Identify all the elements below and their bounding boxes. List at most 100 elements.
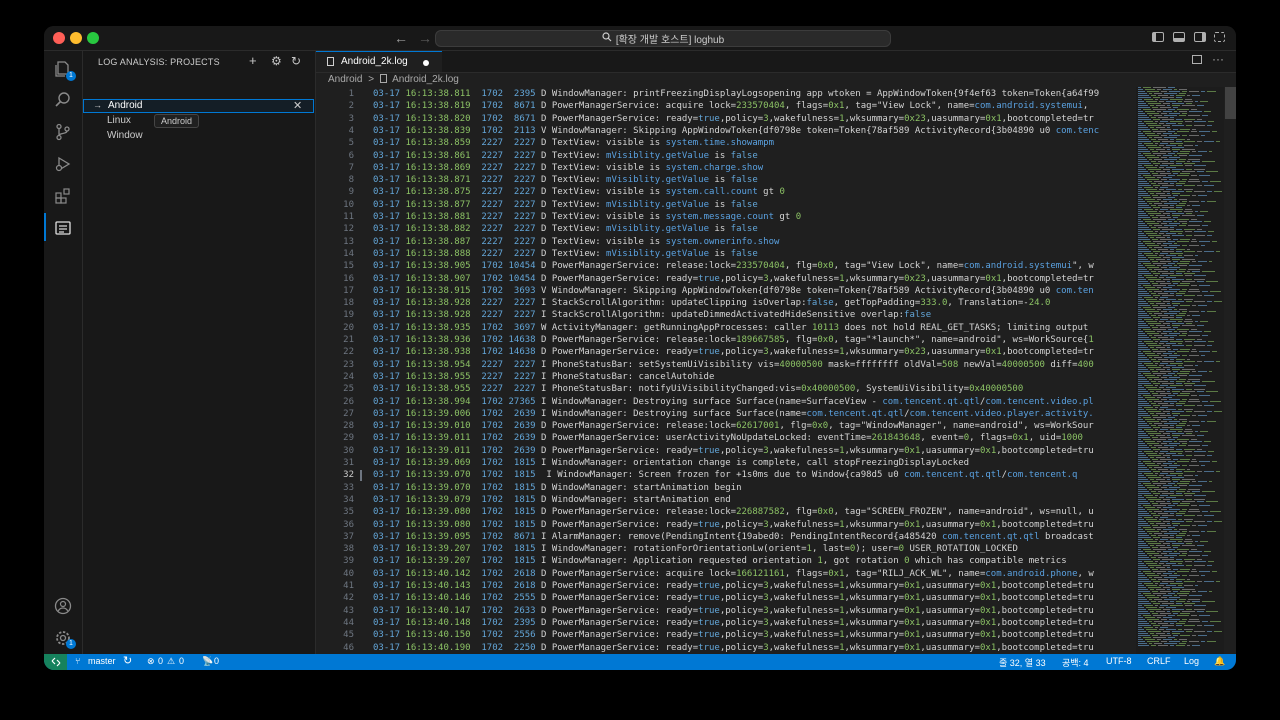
log-line[interactable]: 03-17 16:13:38.938 1702 14638 D PowerMan…: [373, 347, 1094, 357]
log-line[interactable]: 03-17 16:13:38.955 2227 2227 I PhoneStat…: [373, 372, 714, 382]
log-line[interactable]: 03-17 16:13:39.207 1702 1815 I WindowMan…: [373, 544, 1018, 554]
settings-gear-icon[interactable]: 1: [52, 627, 76, 649]
log-line[interactable]: 03-17 16:13:39.070 1702 1815 I WindowMan…: [373, 470, 1077, 480]
search-icon[interactable]: [52, 89, 74, 111]
log-line[interactable]: 03-17 16:13:40.190 1702 2250 D PowerMana…: [373, 643, 1094, 653]
log-line[interactable]: 03-17 16:13:40.143 1702 2618 D PowerMana…: [373, 581, 1094, 591]
explorer-icon[interactable]: 1: [52, 58, 76, 81]
tree-item-window[interactable]: Window: [107, 130, 143, 141]
sync-icon[interactable]: ↻: [123, 654, 132, 667]
log-line[interactable]: 03-17 16:13:39.070 1702 1815 D WindowMan…: [373, 483, 742, 493]
back-arrow-icon[interactable]: ←: [394, 30, 408, 46]
log-line[interactable]: 03-17 16:13:38.928 2227 2227 I StackScro…: [373, 310, 931, 320]
log-line[interactable]: 03-17 16:13:38.820 1702 8671 D PowerMana…: [373, 114, 1094, 124]
log-line[interactable]: 03-17 16:13:39.207 1702 1815 I WindowMan…: [373, 556, 1067, 566]
tree-item-label: Android: [108, 100, 143, 111]
log-line[interactable]: 03-17 16:13:38.819 1702 8671 D PowerMana…: [373, 101, 1088, 111]
encoding[interactable]: UTF-8: [1106, 656, 1132, 666]
toggle-secondary-sidebar-icon[interactable]: [1194, 32, 1206, 42]
editor-content[interactable]: 1 03-17 16:13:38.811 1702 2395 D WindowMa…: [316, 87, 1136, 654]
unsaved-dot-icon[interactable]: [423, 60, 429, 66]
log-line[interactable]: 03-17 16:13:38.928 2227 2227 I StackScro…: [373, 298, 1050, 308]
more-actions-icon[interactable]: ···: [1212, 52, 1224, 66]
remote-indicator-icon[interactable]: [44, 654, 67, 670]
log-line[interactable]: 03-17 16:13:39.095 1702 8671 I AlarmMana…: [373, 532, 1094, 542]
toggle-primary-sidebar-icon[interactable]: [1152, 32, 1164, 42]
log-line[interactable]: 03-17 16:13:38.887 2227 2227 D TextView:…: [373, 237, 779, 247]
breadcrumb: Android > Android_2k.log: [328, 74, 462, 85]
end-of-line[interactable]: CRLF: [1147, 656, 1171, 666]
log-date: 03-17: [373, 322, 406, 333]
maximize-window-button[interactable]: [87, 32, 99, 44]
log-line[interactable]: 03-17 16:13:38.859 2227 2227 D TextView:…: [373, 138, 774, 148]
gear-icon[interactable]: ⚙: [271, 54, 282, 68]
split-editor-icon[interactable]: [1192, 55, 1202, 64]
log-line[interactable]: 03-17 16:13:38.907 1702 10454 D PowerMan…: [373, 274, 1094, 284]
log-lvl: V: [541, 285, 552, 296]
log-line[interactable]: 03-17 16:13:38.811 1702 2395 D WindowMan…: [373, 89, 1099, 99]
log-line[interactable]: 03-17 16:13:38.915 1702 3693 V WindowMan…: [373, 286, 1094, 296]
close-window-button[interactable]: [53, 32, 65, 44]
log-line[interactable]: 03-17 16:13:39.010 1702 2639 D PowerMana…: [373, 421, 1094, 431]
log-line[interactable]: 03-17 16:13:40.142 1702 2618 D PowerMana…: [373, 569, 1094, 579]
run-and-debug-icon[interactable]: [52, 153, 74, 175]
log-tid: 1815: [508, 458, 541, 468]
branch-name[interactable]: master: [88, 656, 116, 666]
log-line[interactable]: 03-17 16:13:40.147 1702 2633 D PowerMana…: [373, 606, 1094, 616]
language-mode[interactable]: Log: [1184, 656, 1199, 666]
breadcrumb-file[interactable]: Android_2k.log: [392, 74, 459, 85]
refresh-icon[interactable]: ↻: [291, 54, 301, 68]
log-line[interactable]: 03-17 16:13:38.882 2227 2227 D TextView:…: [373, 224, 758, 234]
log-line[interactable]: 03-17 16:13:38.861 2227 2227 D TextView:…: [373, 151, 758, 161]
accounts-icon[interactable]: [52, 595, 74, 617]
log-line[interactable]: 03-17 16:13:39.011 1702 2639 D PowerMana…: [373, 446, 1094, 456]
vertical-scrollbar[interactable]: [1225, 87, 1236, 654]
add-project-icon[interactable]: +: [249, 54, 257, 68]
source-control-icon[interactable]: [52, 121, 74, 143]
error-count[interactable]: 0: [158, 656, 163, 666]
log-line[interactable]: 03-17 16:13:39.080 1702 1815 D PowerMana…: [373, 507, 1094, 517]
log-line[interactable]: 03-17 16:13:38.905 1702 10454 D PowerMan…: [373, 261, 1094, 271]
minimap[interactable]: [1136, 87, 1224, 654]
log-line[interactable]: 03-17 16:13:40.148 1702 2395 D PowerMana…: [373, 618, 1094, 628]
log-line[interactable]: 03-17 16:13:39.069 1702 1815 I WindowMan…: [373, 458, 969, 468]
customize-layout-icon[interactable]: [1214, 32, 1225, 42]
toggle-panel-icon[interactable]: [1173, 32, 1185, 42]
log-line[interactable]: 03-17 16:13:39.006 1702 2639 I WindowMan…: [373, 409, 1094, 419]
bell-icon[interactable]: 🔔: [1214, 656, 1225, 667]
log-message: PowerManagerService: acquire lock=233570…: [551, 101, 1089, 112]
log-line[interactable]: 03-17 16:13:38.839 1702 2113 V WindowMan…: [373, 126, 1099, 136]
log-tid: 8671: [508, 531, 541, 542]
log-line[interactable]: 03-17 16:13:39.011 1702 2639 D PowerMana…: [373, 433, 1083, 443]
log-line[interactable]: 03-17 16:13:38.935 1702 3697 W ActivityM…: [373, 323, 1088, 333]
log-line[interactable]: 03-17 16:13:39.080 1702 1815 D PowerMana…: [373, 520, 1094, 530]
tree-item-android[interactable]: → Android ✕: [83, 99, 314, 113]
minimize-window-button[interactable]: [70, 32, 82, 44]
tree-item-linux[interactable]: Linux: [107, 115, 131, 126]
warning-count[interactable]: 0: [179, 656, 184, 666]
log-line[interactable]: 03-17 16:13:38.954 2227 2227 I PhoneStat…: [373, 360, 1094, 370]
log-line[interactable]: 03-17 16:13:38.881 2227 2227 D TextView:…: [373, 212, 801, 222]
forward-arrow-icon[interactable]: →: [418, 30, 432, 46]
cursor-position[interactable]: 줄 32, 열 33: [999, 656, 1046, 669]
extensions-icon[interactable]: [52, 185, 74, 207]
breadcrumb-folder[interactable]: Android: [328, 74, 362, 85]
log-line[interactable]: 03-17 16:13:38.869 2227 2227 D TextView:…: [373, 163, 763, 173]
log-line[interactable]: 03-17 16:13:38.871 2227 2227 D TextView:…: [373, 175, 758, 185]
close-icon[interactable]: ✕: [293, 99, 302, 112]
log-line[interactable]: 03-17 16:13:40.150 1702 2556 D PowerMana…: [373, 630, 1094, 640]
ports-count[interactable]: 0: [214, 656, 219, 666]
log-line[interactable]: 03-17 16:13:38.888 2227 2227 D TextView:…: [373, 249, 758, 259]
tab-android-2k-log[interactable]: Android_2k.log: [316, 51, 442, 72]
indentation[interactable]: 공백: 4: [1062, 656, 1089, 669]
log-line[interactable]: 03-17 16:13:38.936 1702 14638 D PowerMan…: [373, 335, 1094, 345]
log-line[interactable]: 03-17 16:13:38.877 2227 2227 D TextView:…: [373, 200, 758, 210]
log-line[interactable]: 03-17 16:13:39.079 1702 1815 D WindowMan…: [373, 495, 731, 505]
log-line[interactable]: 03-17 16:13:38.994 1702 27365 I WindowMa…: [373, 397, 1094, 407]
command-center-search[interactable]: [확장 개발 호스트] loghub: [435, 30, 891, 47]
log-analysis-icon[interactable]: [52, 217, 74, 239]
log-line[interactable]: 03-17 16:13:38.875 2227 2227 D TextView:…: [373, 187, 785, 197]
log-line[interactable]: 03-17 16:13:38.955 2227 2227 I PhoneStat…: [373, 384, 1023, 394]
scrollbar-thumb[interactable]: [1225, 87, 1236, 119]
log-line[interactable]: 03-17 16:13:40.146 1702 2555 D PowerMana…: [373, 593, 1094, 603]
